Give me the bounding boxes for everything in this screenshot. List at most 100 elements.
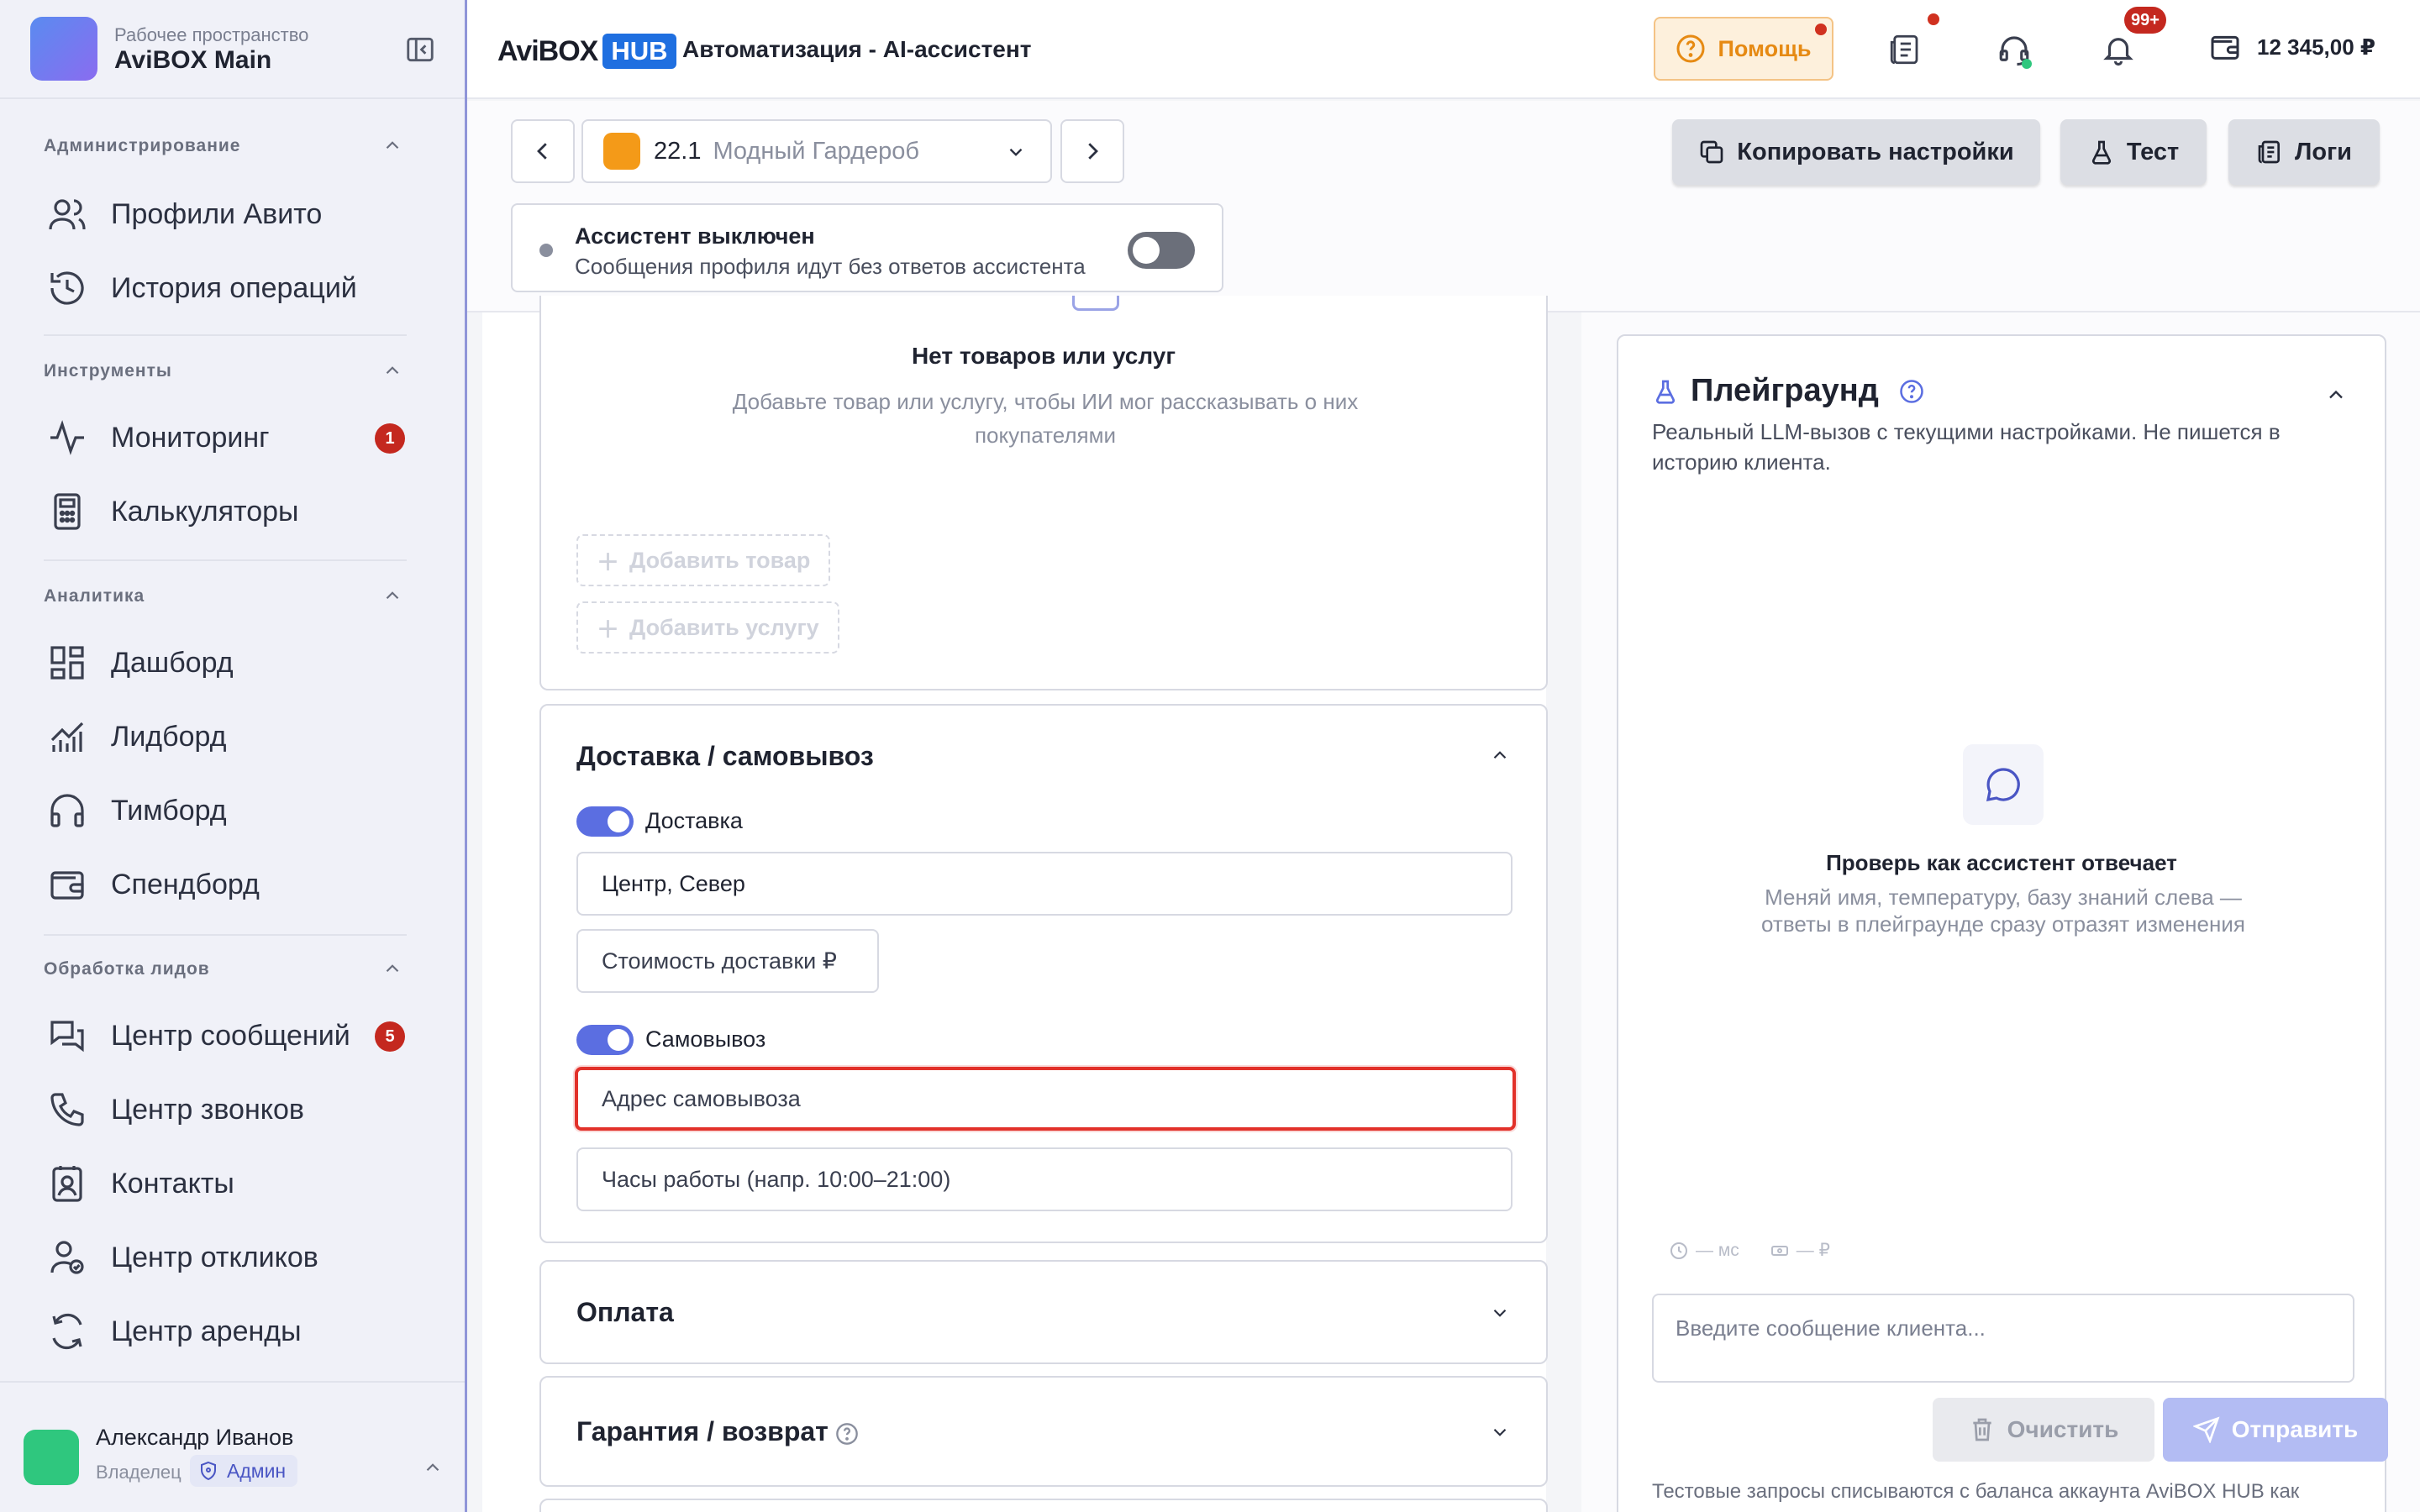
playground-header: Плейграунд: [1652, 373, 1924, 409]
brand-logo[interactable]: AviBOX HUB: [497, 34, 676, 69]
sidebar-item-calculators[interactable]: Калькуляторы: [34, 480, 420, 543]
news-icon[interactable]: [1887, 32, 1923, 67]
sidebar-item-rental[interactable]: Центр аренды: [34, 1300, 420, 1362]
workspace-subtitle: Рабочее пространство: [114, 24, 309, 45]
chevron-up-icon[interactable]: [422, 1457, 444, 1478]
profile-select[interactable]: 22.1 Модный Гардероб: [581, 119, 1052, 183]
profile-name: Модный Гардероб: [713, 137, 920, 165]
assistant-enable-toggle[interactable]: [1128, 232, 1195, 269]
add-service-button[interactable]: ＋ Добавить услугу: [576, 601, 839, 654]
chevron-up-icon[interactable]: [1489, 744, 1511, 766]
client-message-input[interactable]: Введите сообщение клиента...: [1652, 1294, 2354, 1383]
activity-icon: [47, 417, 87, 458]
test-button[interactable]: Тест: [2060, 119, 2207, 185]
user-name: Александр Иванов: [96, 1425, 294, 1450]
sidebar-item-teamboard[interactable]: Тимборд: [34, 780, 420, 842]
help-dot: [1815, 24, 1827, 35]
admin-badge: Админ: [190, 1455, 298, 1487]
delivery-zone-input[interactable]: Центр, Север: [576, 852, 1512, 916]
products-empty-subtitle: Добавьте товар или услугу, чтобы ИИ мог …: [732, 389, 1359, 448]
payment-card[interactable]: Оплата: [539, 1260, 1548, 1364]
profile-color-swatch: [603, 133, 640, 170]
playground-footer-note: Тестовые запросы списываются с баланса а…: [1652, 1480, 2300, 1503]
delivery-cost-input[interactable]: Стоимость доставки ₽: [576, 929, 879, 993]
chart-icon: [47, 717, 87, 757]
warranty-title: Гарантия / возврат: [576, 1416, 829, 1446]
question-icon[interactable]: [1899, 379, 1924, 404]
playground-card: Плейграунд Реальный LLM-вызов с текущими…: [1617, 334, 2388, 1512]
chat-bubble-icon: [1963, 744, 2044, 825]
section-divider: [44, 934, 407, 936]
sidebar-item-responses[interactable]: Центр откликов: [34, 1226, 420, 1289]
sidebar-item-messages[interactable]: Центр сообщений 5: [34, 1005, 420, 1067]
help-button[interactable]: Помощь: [1654, 17, 1833, 81]
chevron-up-icon[interactable]: [381, 360, 403, 381]
chevron-right-icon: [1080, 139, 1105, 164]
sidebar-item-label: Калькуляторы: [111, 495, 299, 528]
messages-badge: 5: [375, 1021, 405, 1052]
sidebar-item-label: История операций: [111, 271, 357, 304]
workspace-name: AviBOX Main: [114, 46, 272, 74]
sidebar-item-contacts[interactable]: Контакты: [34, 1152, 420, 1215]
messages-icon: [47, 1016, 87, 1056]
sidebar-item-label: Лидборд: [111, 720, 227, 753]
notifications-badge: 99+: [2124, 7, 2166, 34]
workspace-logo: [30, 17, 97, 81]
sidebar-item-calls[interactable]: Центр звонков: [34, 1079, 420, 1141]
profile-number: 22.1: [654, 137, 702, 165]
logs-button[interactable]: Логи: [2228, 119, 2380, 185]
chevron-down-icon[interactable]: [1489, 1302, 1511, 1324]
sidebar-item-avito-profiles[interactable]: Профили Авито: [34, 183, 420, 245]
copy-settings-label: Копировать настройки: [1737, 138, 2014, 165]
warranty-card[interactable]: Гарантия / возврат: [539, 1376, 1548, 1487]
avatar: [24, 1430, 79, 1485]
balance-button[interactable]: 12 345,00 ₽: [2208, 30, 2375, 64]
section-tools-title: Инструменты: [44, 361, 172, 381]
delivery-card: Доставка / самовывоз Доставка Центр, Сев…: [539, 704, 1548, 1243]
admin-badge-label: Админ: [227, 1459, 287, 1482]
warranty-title-row: Гарантия / возврат: [576, 1416, 859, 1447]
logs-label: Логи: [2295, 138, 2352, 165]
pickup-toggle[interactable]: [576, 1025, 634, 1055]
sidebar-item-history[interactable]: История операций: [34, 257, 420, 319]
prev-profile-button[interactable]: [511, 119, 575, 183]
sidebar-item-leadboard[interactable]: Лидборд: [34, 706, 420, 768]
sidebar-item-label: Мониторинг: [111, 421, 270, 454]
sidebar-item-monitoring[interactable]: Мониторинг 1: [34, 407, 420, 469]
clear-button[interactable]: Очистить: [1933, 1398, 2154, 1462]
pickup-address-input[interactable]: Адрес самовывоза: [575, 1067, 1516, 1131]
user-menu[interactable]: Александр Иванов Владелец Админ: [0, 1381, 465, 1512]
bell-icon[interactable]: [2101, 32, 2136, 67]
users-icon: [47, 194, 87, 234]
send-button[interactable]: Отправить: [2163, 1398, 2388, 1462]
playground-description: Реальный LLM-вызов с текущими настройкам…: [1652, 419, 2281, 475]
chevron-down-icon[interactable]: [1489, 1421, 1511, 1443]
chevron-down-icon: [1005, 141, 1027, 163]
clear-label: Очистить: [2007, 1416, 2119, 1442]
clock-icon: [1669, 1241, 1689, 1261]
settings-panel[interactable]: Нет товаров или услуг Добавьте товар или…: [482, 296, 1548, 1512]
sidebar-item-label: Центр аренды: [111, 1315, 302, 1347]
chevron-up-icon[interactable]: [381, 134, 403, 156]
cost-value: — ₽: [1796, 1241, 1830, 1260]
news-dot: [1928, 13, 1939, 25]
next-profile-button[interactable]: [1060, 119, 1124, 183]
question-icon[interactable]: [835, 1422, 859, 1446]
working-hours-input[interactable]: Часы работы (напр. 10:00–21:00): [576, 1147, 1512, 1211]
add-product-button[interactable]: ＋ Добавить товар: [576, 534, 831, 586]
sidebar-collapse-icon[interactable]: [403, 34, 437, 66]
send-icon: [2192, 1416, 2220, 1443]
top-header: AviBOX HUB Автоматизация - AI-ассистент …: [467, 0, 2420, 99]
sidebar-item-label: Профили Авито: [111, 197, 323, 230]
workspace-switcher[interactable]: Рабочее пространство AviBOX Main: [0, 0, 465, 99]
delivery-toggle[interactable]: [576, 806, 634, 837]
help-label: Помощь: [1718, 35, 1812, 61]
status-dot: [539, 244, 553, 257]
chevron-up-icon[interactable]: [381, 585, 403, 606]
sidebar-item-dashboard[interactable]: Дашборд: [34, 632, 420, 694]
add-product-label: Добавить товар: [629, 547, 811, 573]
chevron-up-icon[interactable]: [2324, 383, 2348, 407]
copy-settings-button[interactable]: Копировать настройки: [1672, 119, 2040, 185]
sidebar-item-spendboard[interactable]: Спендборд: [34, 853, 420, 916]
chevron-up-icon[interactable]: [381, 958, 403, 979]
